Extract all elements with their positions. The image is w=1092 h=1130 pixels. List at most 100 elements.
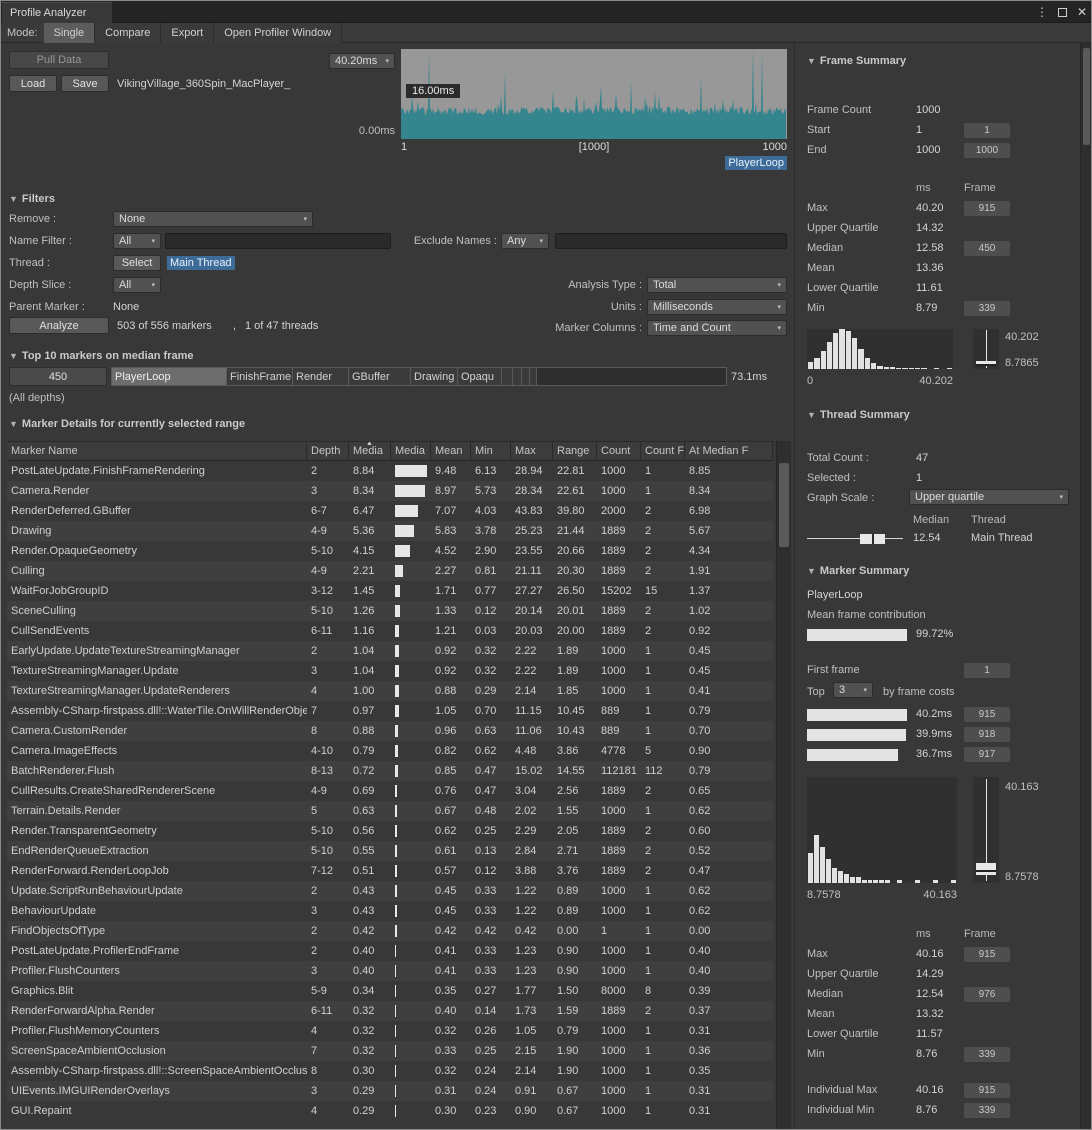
save-button[interactable]: Save [61,75,109,92]
exclude-names-input[interactable] [555,233,787,249]
depth-slice-dropdown[interactable]: All ▾ [113,277,161,293]
table-row[interactable]: WaitForJobGroupID3-121.451.710.7727.2726… [7,581,773,601]
top10-segment-opaqu[interactable]: Opaqu [458,368,502,385]
mode-button-compare[interactable]: Compare [95,23,161,43]
column-header-mean-4[interactable]: Mean [431,442,471,460]
marker-summary-header[interactable]: ▼Marker Summary [807,565,909,577]
top10-segment-render[interactable]: Render [293,368,349,385]
table-row[interactable]: RenderForwardAlpha.Render6-110.320.400.1… [7,1001,773,1021]
frame-jump-button[interactable]: 450 [964,241,1010,256]
mode-button-open-profiler-window[interactable]: Open Profiler Window [214,23,342,43]
table-row[interactable]: Render.TransparentGeometry5-100.560.620.… [7,821,773,841]
table-row[interactable]: Drawing4-95.365.833.7825.2321.44188925.6… [7,521,773,541]
column-header-media-3[interactable]: Media [391,442,431,460]
top10-segment-playerloop[interactable]: PlayerLoop [112,368,227,385]
window-tab[interactable]: Profile Analyzer [2,2,112,23]
panel-scrollbar[interactable] [1080,43,1092,1130]
column-header-depth-1[interactable]: Depth [307,442,349,460]
frame-jump-button[interactable]: 976 [964,987,1010,1002]
name-filter-input[interactable] [165,233,391,249]
table-row[interactable]: CullResults.CreateSharedRendererScene4-9… [7,781,773,801]
frame-jump-button[interactable]: 918 [964,727,1010,742]
table-row[interactable]: Assembly-CSharp-firstpass.dll!::WaterTil… [7,701,773,721]
thread-row[interactable]: 12.54 Main Thread [807,529,1059,549]
table-row[interactable]: ScreenSpaceAmbientOcclusion70.320.330.25… [7,1041,773,1061]
frame-summary-header[interactable]: ▼Frame Summary [807,55,906,67]
frame-jump-button[interactable]: 339 [964,301,1010,316]
table-row[interactable]: EndRenderQueueExtraction5-100.550.610.13… [7,841,773,861]
column-header-max-6[interactable]: Max [511,442,553,460]
table-row[interactable]: Render.OpaqueGeometry5-104.154.522.9023.… [7,541,773,561]
frame-jump-button[interactable]: 339 [964,1103,1010,1118]
graph-scale-dropdown[interactable]: Upper quartile ▾ [909,489,1069,505]
top10-segment-drawing[interactable]: Drawing [411,368,458,385]
filters-section-header[interactable]: ▼Filters [9,193,55,205]
frame-jump-button[interactable]: 917 [964,747,1010,762]
marker-details-header[interactable]: ▼Marker Details for currently selected r… [9,418,245,430]
top10-segment-9[interactable] [530,368,537,385]
table-row[interactable]: Camera.Render38.348.975.7328.3422.611000… [7,481,773,501]
table-row[interactable]: Profiler.FlushMemoryCounters40.320.320.2… [7,1021,773,1041]
table-row[interactable]: BatchRenderer.Flush8-130.720.850.4715.02… [7,761,773,781]
top10-segment-8[interactable] [522,368,530,385]
analysis-type-dropdown[interactable]: Total ▾ [647,277,787,293]
table-row[interactable]: Update.ScriptRunBehaviourUpdate20.430.45… [7,881,773,901]
exclude-mode-dropdown[interactable]: Any ▾ [501,233,549,249]
table-row[interactable]: UIEvents.IMGUIRenderOverlays30.290.310.2… [7,1081,773,1101]
marker-columns-dropdown[interactable]: Time and Count ▾ [647,320,787,336]
top10-segment-6[interactable] [502,368,513,385]
table-row[interactable]: Terrain.Details.Render50.630.670.482.021… [7,801,773,821]
load-button[interactable]: Load [9,75,57,92]
frame-jump-button[interactable]: 915 [964,201,1010,216]
column-header-media-2[interactable]: Media▲ [349,442,391,460]
column-header-min-5[interactable]: Min [471,442,511,460]
top-n-dropdown[interactable]: 3 ▾ [833,682,873,698]
close-icon[interactable]: ✕ [1077,1,1087,23]
table-row[interactable]: FindObjectsOfType20.420.420.420.420.0011… [7,921,773,941]
remove-dropdown[interactable]: None ▾ [113,211,313,227]
table-row[interactable]: SceneCulling5-101.261.330.1220.1420.0118… [7,601,773,621]
table-row[interactable]: Profiler.FlushCounters30.400.410.331.230… [7,961,773,981]
top10-segment-finishframer[interactable]: FinishFrameR [227,368,293,385]
table-row[interactable]: Camera.CustomRender80.880.960.6311.0610.… [7,721,773,741]
table-row[interactable]: CullSendEvents6-111.161.210.0320.0320.00… [7,621,773,641]
pull-data-button[interactable]: Pull Data [9,51,109,69]
table-row[interactable]: RenderDeferred.GBuffer6-76.477.074.0343.… [7,501,773,521]
thread-select-button[interactable]: Select [113,255,161,271]
units-dropdown[interactable]: Milliseconds ▾ [647,299,787,315]
table-row[interactable]: TextureStreamingManager.Update31.040.920… [7,661,773,681]
mode-button-export[interactable]: Export [161,23,214,43]
table-row[interactable]: Assembly-CSharp-firstpass.dll!::ScreenSp… [7,1061,773,1081]
table-row[interactable]: Culling4-92.212.270.8121.1120.30188921.9… [7,561,773,581]
table-row[interactable]: GUI.Repaint40.290.300.230.900.67100010.3… [7,1101,773,1121]
table-row[interactable]: BehaviourUpdate30.430.450.331.220.891000… [7,901,773,921]
table-row[interactable]: Camera.ImageEffects4-100.790.820.624.483… [7,741,773,761]
top10-segment-gbuffer[interactable]: GBuffer [349,368,411,385]
kebab-menu-icon[interactable]: ⋮ [1036,1,1048,23]
table-row[interactable]: PostLateUpdate.FinishFrameRendering28.84… [7,461,773,481]
table-row[interactable]: PostLateUpdate.ProfilerEndFrame20.400.41… [7,941,773,961]
frame-jump-button[interactable]: 915 [964,707,1010,722]
table-row[interactable]: EarlyUpdate.UpdateTextureStreamingManage… [7,641,773,661]
thread-summary-header[interactable]: ▼Thread Summary [807,409,910,421]
panel-scrollbar-thumb[interactable] [1083,48,1090,145]
column-header-at-median-f-10[interactable]: At Median F [685,442,773,460]
table-row[interactable]: TextureStreamingManager.UpdateRenderers4… [7,681,773,701]
chart-ymax-dropdown[interactable]: 40.20ms ▾ [329,53,395,69]
column-header-count-fra-9[interactable]: Count Fra [641,442,685,460]
frame-jump-button[interactable]: 1 [964,123,1010,138]
column-header-count-8[interactable]: Count [597,442,641,460]
top10-segment-7[interactable] [513,368,522,385]
table-row[interactable]: RenderForward.RenderLoopJob7-120.510.570… [7,861,773,881]
first-frame-button[interactable]: 1 [964,663,1010,678]
analyze-button[interactable]: Analyze [9,317,109,334]
mode-button-single[interactable]: Single [44,23,96,43]
column-header-marker-name-0[interactable]: Marker Name [7,442,307,460]
frame-jump-button[interactable]: 1000 [964,143,1010,158]
table-scrollbar[interactable] [776,441,791,1129]
median-frame-button[interactable]: 450 [9,367,107,386]
column-header-range-7[interactable]: Range [553,442,597,460]
table-scrollbar-thumb[interactable] [779,463,789,547]
frame-jump-button[interactable]: 915 [964,1083,1010,1098]
frame-jump-button[interactable]: 915 [964,947,1010,962]
